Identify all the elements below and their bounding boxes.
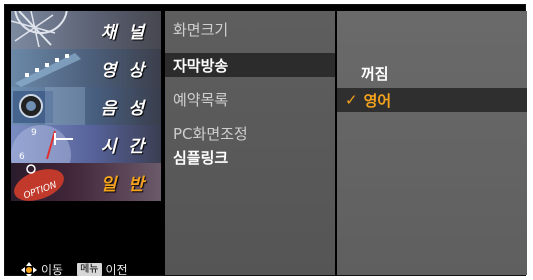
option-english-label: 영어 [363,91,392,110]
osd-menu-frame: 채 널 영 상 음 성 6 9 시 간 OPTION 일 반 이동 메뉴 이전 … [4,4,527,278]
check-mark-icon: ✓ [345,91,358,109]
category-label: 채 널 [100,22,147,43]
film-strip-icon [15,53,81,87]
move-label: 이동 [41,263,64,277]
category-label: 영 상 [100,60,147,81]
option-disc-icon: OPTION [14,164,64,201]
category-channel[interactable]: 채 널 [11,11,161,49]
clock-icon: 6 9 [11,125,73,163]
category-picture[interactable]: 영 상 [11,49,161,87]
option-off[interactable]: 꺼짐 [337,61,527,85]
four-way-arrow-icon [21,261,37,278]
menu-item-pc-screen-adjust[interactable]: PC화면조정 [165,121,335,145]
menu-key-badge: 메뉴 [77,263,102,276]
category-label: 시 간 [100,136,147,157]
svg-text:6: 6 [19,152,25,162]
category-label: 일 반 [100,174,147,195]
category-label: 음 성 [100,98,147,119]
submenu-panel: 화면크기 자막방송 예약목록 PC화면조정 심플링크 [165,11,335,275]
key-help-bar: 이동 메뉴 이전 [21,261,128,278]
menu-item-reservation-list[interactable]: 예약목록 [165,87,335,111]
menu-item-caption[interactable]: 자막방송 [165,53,335,77]
options-panel: 꺼짐 ✓ 영어 [337,11,527,275]
svg-text:9: 9 [31,128,37,138]
category-sound[interactable]: 음 성 [11,87,161,125]
category-sidebar: 채 널 영 상 음 성 6 9 시 간 OPTION 일 반 이동 메뉴 이전 [11,11,161,278]
option-english[interactable]: ✓ 영어 [337,88,527,112]
satellite-dish-icon [11,11,68,48]
category-time[interactable]: 6 9 시 간 [11,125,161,163]
speaker-icon [13,87,85,125]
menu-item-simplink[interactable]: 심플링크 [165,145,335,169]
back-label: 이전 [105,263,128,277]
menu-item-screen-size[interactable]: 화면크기 [165,17,335,41]
category-general[interactable]: OPTION 일 반 [11,163,161,201]
